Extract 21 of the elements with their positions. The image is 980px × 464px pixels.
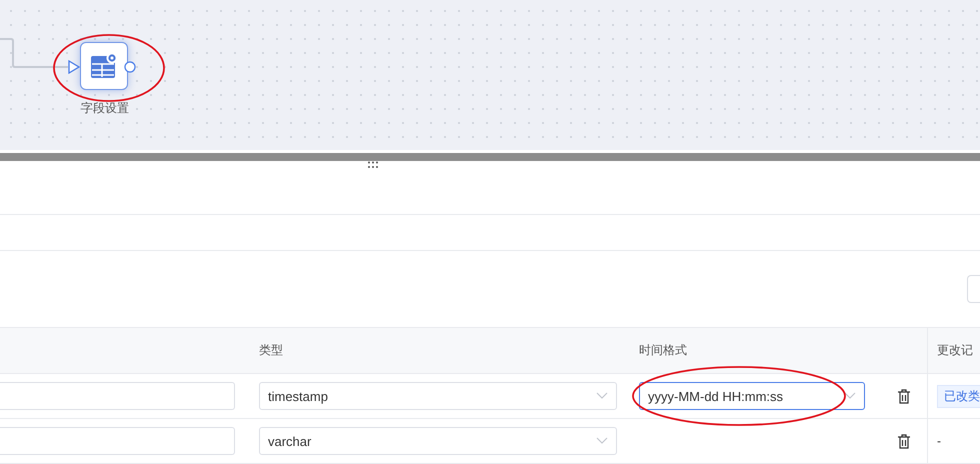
delete-icon[interactable] [896, 388, 910, 404]
drag-handle-icon[interactable] [367, 161, 379, 169]
status-tag: 已改类 [937, 384, 980, 408]
node-label: 字段设置 [80, 100, 130, 117]
column-header: 时间格式 [639, 342, 687, 359]
column-header: 更改记 [937, 342, 973, 359]
type-select[interactable]: varchar [259, 427, 617, 455]
chevron-down-icon [596, 437, 608, 445]
time-format-select[interactable]: yyyy-MM-dd HH:mm:ss [639, 382, 865, 410]
output-port-icon[interactable] [124, 61, 136, 73]
connector-line [0, 38, 68, 68]
table-cell: - [937, 434, 941, 448]
delete-icon[interactable] [896, 434, 910, 448]
input-field[interactable] [0, 382, 235, 410]
table-settings-icon [90, 52, 118, 80]
type-select[interactable]: timestamp [259, 382, 617, 410]
input-field[interactable] [0, 427, 235, 455]
chevron-down-icon [844, 392, 856, 400]
flow-node[interactable] [80, 42, 128, 90]
chevron-down-icon [596, 392, 608, 400]
column-header: 类型 [259, 342, 283, 359]
